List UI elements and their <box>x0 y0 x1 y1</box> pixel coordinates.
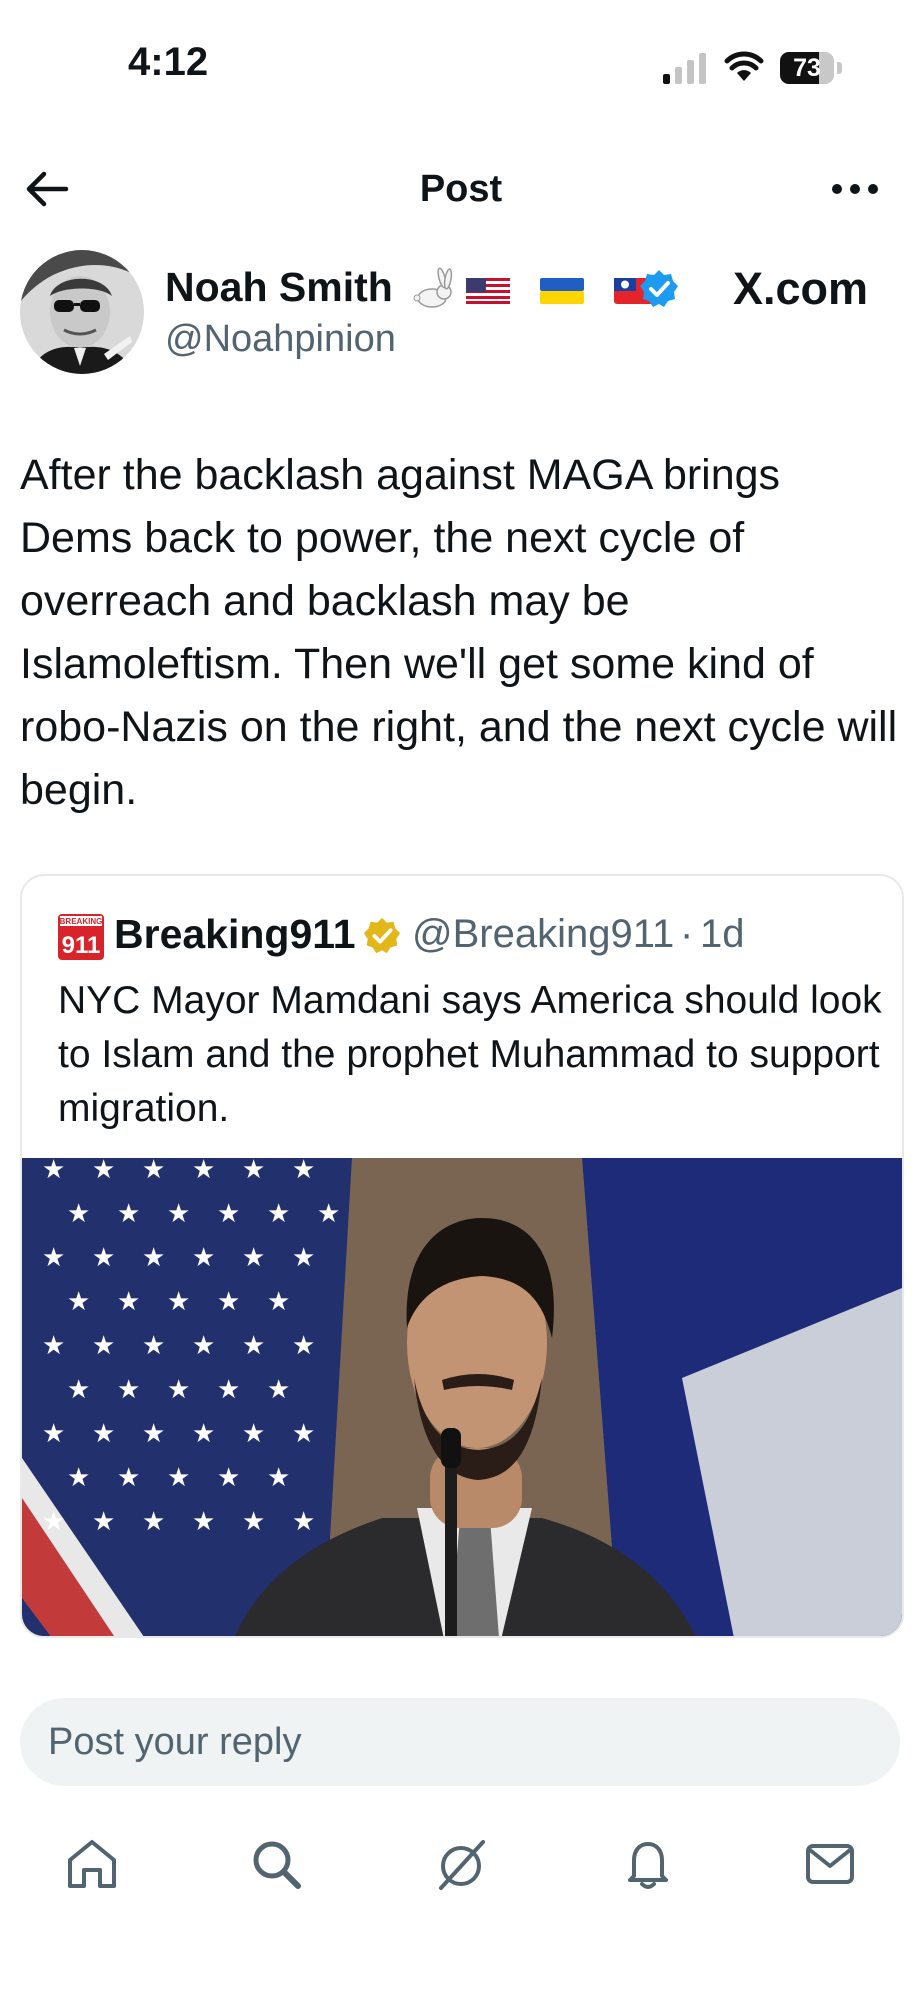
flag-star: ★ <box>42 1330 65 1360</box>
separator-dot: · <box>680 912 694 956</box>
flag-star: ★ <box>242 1506 265 1536</box>
flag-star: ★ <box>67 1286 90 1316</box>
flag-star: ★ <box>167 1462 190 1492</box>
flag-star: ★ <box>292 1242 315 1272</box>
flag-star: ★ <box>292 1158 315 1184</box>
gold-verified-badge-icon <box>363 917 401 954</box>
flag-star: ★ <box>92 1418 115 1448</box>
quoted-author-handle[interactable]: @Breaking911 <box>412 906 674 962</box>
home-icon[interactable] <box>64 1836 120 1892</box>
wifi-icon <box>724 51 764 81</box>
page-title: Post <box>419 168 503 210</box>
flag-star: ★ <box>142 1242 165 1272</box>
flag-star: ★ <box>242 1418 265 1448</box>
flag-star: ★ <box>192 1418 215 1448</box>
search-icon[interactable] <box>248 1836 304 1892</box>
us-flag-icon <box>466 278 510 304</box>
flag-star: ★ <box>42 1506 65 1536</box>
quoted-post-card[interactable]: BREAKING 911 Breaking911 @Breaking911 · … <box>20 874 904 1638</box>
flag-star: ★ <box>42 1242 65 1272</box>
battery-indicator: 73 <box>780 52 842 84</box>
flag-star: ★ <box>167 1286 190 1316</box>
quoted-post-media[interactable]: ★ ★ ★ ★ ★ ★ ★ ★ ★ ★ ★ ★ ★ ★ ★ ★ ★ ★ ★ ★ ★ ★ ★ ★ ★ ★ ★ ★ ★ ★ ★ ★ ★ ★ ★ ★ ★ ★ ★ ★… <box>22 1154 902 1636</box>
flag-star: ★ <box>142 1158 165 1184</box>
flag-star: ★ <box>167 1374 190 1404</box>
flag-star: ★ <box>67 1374 90 1404</box>
flag-star: ★ <box>67 1198 90 1228</box>
flag-star: ★ <box>117 1374 140 1404</box>
breaking911-logo-number: 911 <box>62 932 101 959</box>
author-avatar[interactable] <box>20 250 144 374</box>
author-handle[interactable]: @Noahpinion <box>165 314 396 364</box>
flag-star: ★ <box>267 1286 290 1316</box>
flag-star: ★ <box>217 1198 240 1228</box>
reply-input[interactable] <box>20 1698 900 1786</box>
flag-star: ★ <box>242 1242 265 1272</box>
flag-star: ★ <box>192 1330 215 1360</box>
flag-star: ★ <box>292 1418 315 1448</box>
flag-star: ★ <box>117 1198 140 1228</box>
breaking911-logo: BREAKING 911 <box>58 914 104 960</box>
battery-level: 73 <box>793 54 821 82</box>
flag-star: ★ <box>142 1418 165 1448</box>
flag-star: ★ <box>192 1158 215 1184</box>
flag-star: ★ <box>267 1462 290 1492</box>
flag-star: ★ <box>42 1418 65 1448</box>
quoted-post-text: NYC Mayor Mamdani says America should lo… <box>58 979 882 1130</box>
flag-star: ★ <box>92 1330 115 1360</box>
flag-star: ★ <box>142 1506 165 1536</box>
flag-star: ★ <box>292 1330 315 1360</box>
flag-star: ★ <box>192 1242 215 1272</box>
flag-star: ★ <box>92 1242 115 1272</box>
flag-star: ★ <box>142 1330 165 1360</box>
post-text: After the backlash against MAGA brings D… <box>20 451 898 814</box>
flag-star: ★ <box>92 1506 115 1536</box>
svg-text:BREAKING: BREAKING <box>60 917 103 926</box>
flag-star: ★ <box>192 1506 215 1536</box>
quoted-author-name[interactable]: Breaking911 <box>114 906 356 962</box>
flag-star: ★ <box>117 1286 140 1316</box>
flag-star: ★ <box>42 1158 65 1184</box>
more-options-icon[interactable] <box>828 166 882 212</box>
ukraine-flag-icon <box>540 278 584 304</box>
cell-signal-icon <box>663 53 706 84</box>
author-name[interactable]: Noah Smith <box>165 262 393 312</box>
flag-star: ★ <box>242 1158 265 1184</box>
rabbit-icon <box>413 267 453 308</box>
status-time: 4:12 <box>128 40 209 84</box>
messages-icon[interactable] <box>802 1836 858 1892</box>
flag-star: ★ <box>217 1374 240 1404</box>
quoted-post-time: 1d <box>700 912 745 956</box>
flag-star: ★ <box>317 1198 340 1228</box>
grok-icon[interactable] <box>433 1836 489 1892</box>
flag-star: ★ <box>267 1374 290 1404</box>
flag-star: ★ <box>117 1462 140 1492</box>
notifications-icon[interactable] <box>620 1836 676 1892</box>
flag-star: ★ <box>242 1330 265 1360</box>
flag-star: ★ <box>217 1286 240 1316</box>
x-watermark: X.com <box>733 263 869 314</box>
flag-star: ★ <box>67 1462 90 1492</box>
flag-star: ★ <box>292 1506 315 1536</box>
flag-star: ★ <box>217 1462 240 1492</box>
flag-star: ★ <box>267 1198 290 1228</box>
flag-star: ★ <box>92 1158 115 1184</box>
verified-badge-icon <box>640 270 678 307</box>
flag-star: ★ <box>167 1198 190 1228</box>
